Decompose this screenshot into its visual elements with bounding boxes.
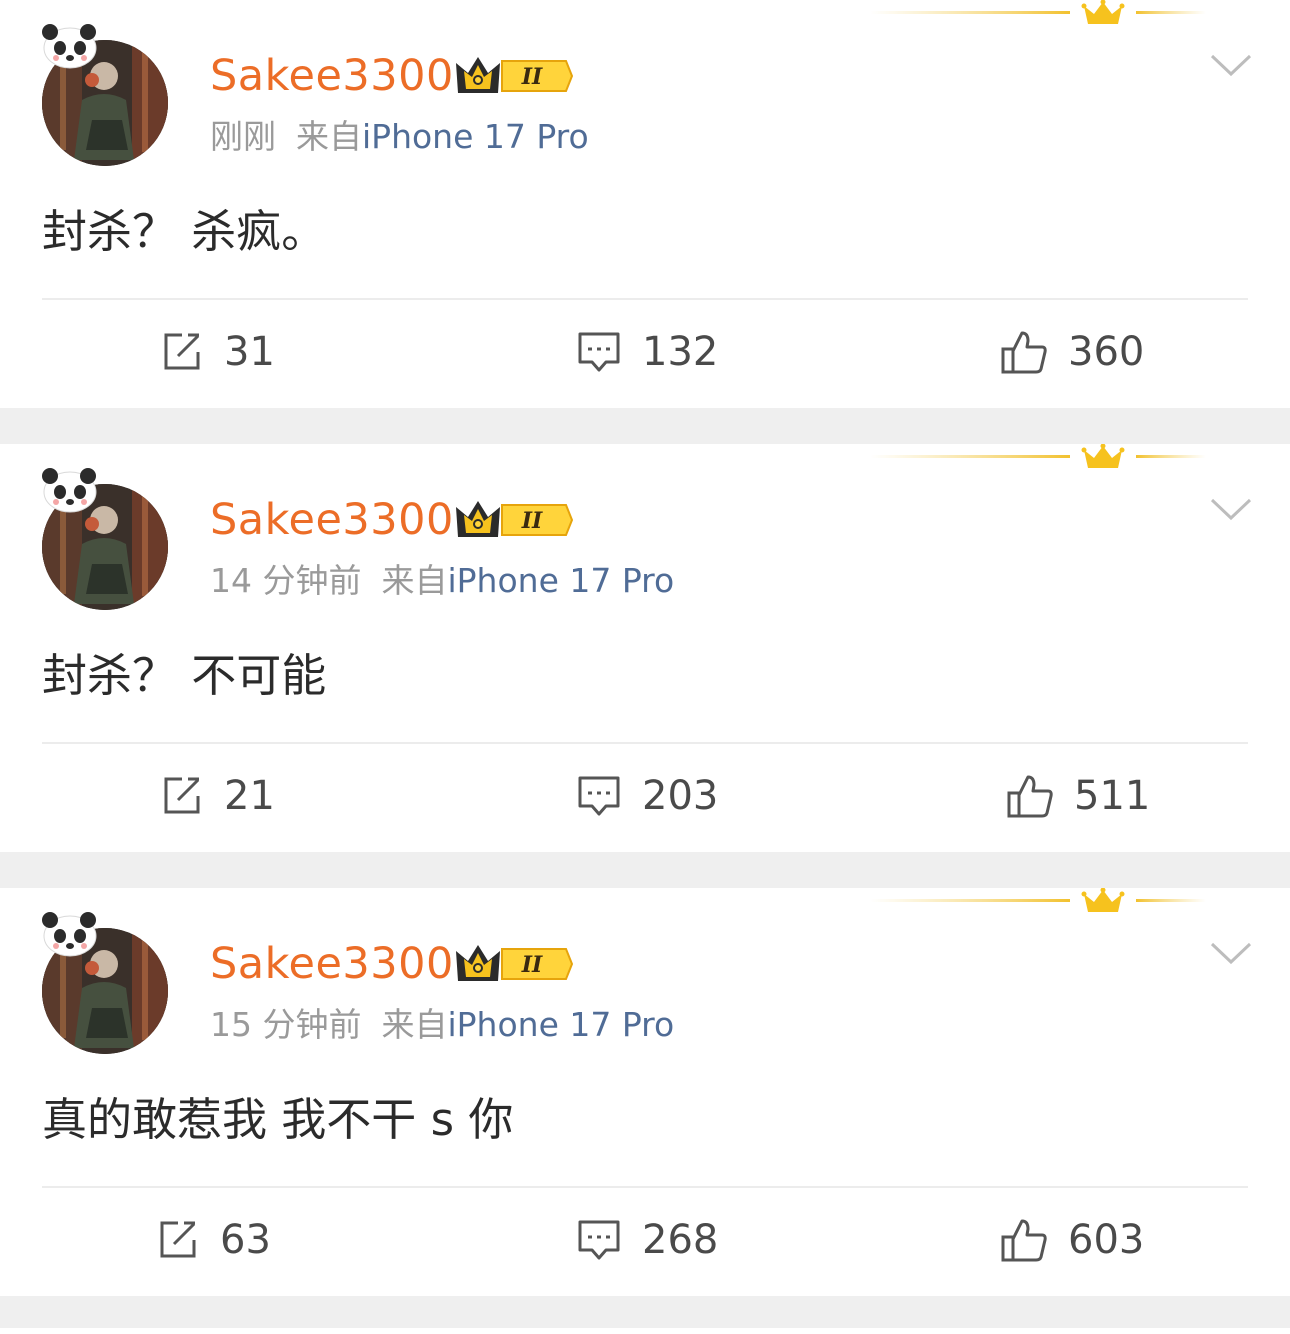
like-count: 360 <box>1068 329 1145 375</box>
like-button[interactable]: 603 <box>1000 1206 1144 1274</box>
device-link[interactable]: iPhone 17 Pro <box>447 561 674 600</box>
avatar[interactable] <box>36 462 176 612</box>
vip-level-text: II <box>521 952 543 978</box>
post-content[interactable]: 封杀？ 杀疯。 <box>42 200 326 264</box>
like-button[interactable]: 511 <box>1006 762 1150 830</box>
thumbs-up-icon <box>1007 775 1053 818</box>
avatar[interactable] <box>36 18 176 168</box>
like-count: 511 <box>1074 773 1151 819</box>
panda-pendant-icon <box>42 912 97 957</box>
source-prefix: 来自 <box>381 1005 448 1044</box>
repost-button[interactable]: 31 <box>160 318 275 386</box>
username[interactable]: Sakee3300 <box>210 48 454 104</box>
crown-decoration-icon <box>870 888 1206 912</box>
source-prefix: 来自 <box>296 117 362 156</box>
repost-icon <box>164 777 200 814</box>
comment-icon <box>578 1220 620 1260</box>
repost-button[interactable]: 21 <box>160 762 275 830</box>
like-button[interactable]: 360 <box>1000 318 1144 386</box>
vip-crown-badge-icon[interactable]: II <box>454 941 574 987</box>
crown-decoration-icon <box>870 444 1206 468</box>
post-card[interactable]: Sakee3300 II 15 分钟前 来自iPhone 17 Pro 真的敢惹我… <box>0 888 1290 1296</box>
post-meta: 15 分钟前 来自iPhone 17 Pro <box>210 1002 674 1048</box>
vip-crown-badge-icon[interactable]: II <box>454 497 574 543</box>
like-count: 603 <box>1068 1217 1145 1263</box>
repost-count: 21 <box>224 773 275 819</box>
repost-icon <box>164 333 200 370</box>
comment-button[interactable]: 268 <box>576 1206 718 1274</box>
post-time: 15 分钟前 <box>210 1005 362 1044</box>
repost-button[interactable]: 63 <box>156 1206 271 1274</box>
post-time: 14 分钟前 <box>210 561 362 600</box>
post-content[interactable]: 封杀？ 不可能 <box>42 644 326 708</box>
crown-decoration-icon <box>870 0 1206 24</box>
comment-button[interactable]: 132 <box>576 318 718 386</box>
vip-level-text: II <box>521 64 543 90</box>
repost-count: 63 <box>220 1217 271 1263</box>
chevron-down-icon[interactable] <box>1208 494 1254 524</box>
panda-pendant-icon <box>42 24 97 69</box>
username[interactable]: Sakee3300 <box>210 936 454 992</box>
comment-count: 268 <box>642 1217 719 1263</box>
post-card[interactable] <box>0 1328 1290 1334</box>
thumbs-up-icon <box>1001 1219 1047 1262</box>
vip-level-text: II <box>521 508 543 534</box>
chevron-down-icon[interactable] <box>1208 50 1254 80</box>
post-meta: 刚刚 来自iPhone 17 Pro <box>210 114 589 160</box>
divider <box>42 742 1248 744</box>
post-meta: 14 分钟前 来自iPhone 17 Pro <box>210 558 674 604</box>
comment-icon <box>578 776 620 816</box>
avatar[interactable] <box>36 906 176 1056</box>
repost-count: 31 <box>224 329 275 375</box>
post-card[interactable]: Sakee3300 II 14 分钟前 来自iPhone 17 Pro 封杀？ 不… <box>0 444 1290 852</box>
source-prefix: 来自 <box>381 561 448 600</box>
comment-button[interactable]: 203 <box>576 762 718 830</box>
post-time: 刚刚 <box>210 117 276 156</box>
device-link[interactable]: iPhone 17 Pro <box>447 1005 674 1044</box>
post-content[interactable]: 真的敢惹我 我不干 s 你 <box>42 1088 513 1152</box>
divider <box>42 1186 1248 1188</box>
post-card[interactable]: Sakee3300 II 刚刚 来自iPhone 17 Pro 封杀？ 杀疯。 3… <box>0 0 1290 408</box>
thumbs-up-icon <box>1001 331 1047 374</box>
divider <box>42 298 1248 300</box>
chevron-down-icon[interactable] <box>1208 938 1254 968</box>
username[interactable]: Sakee3300 <box>210 492 454 548</box>
weibo-feed: Sakee3300 II 刚刚 来自iPhone 17 Pro 封杀？ 杀疯。 3… <box>0 0 1290 1334</box>
comment-icon <box>578 332 620 372</box>
panda-pendant-icon <box>42 468 97 513</box>
repost-icon <box>160 1221 196 1258</box>
comment-count: 132 <box>642 329 719 375</box>
comment-count: 203 <box>642 773 719 819</box>
vip-crown-badge-icon[interactable]: II <box>454 53 574 99</box>
device-link[interactable]: iPhone 17 Pro <box>362 117 589 156</box>
